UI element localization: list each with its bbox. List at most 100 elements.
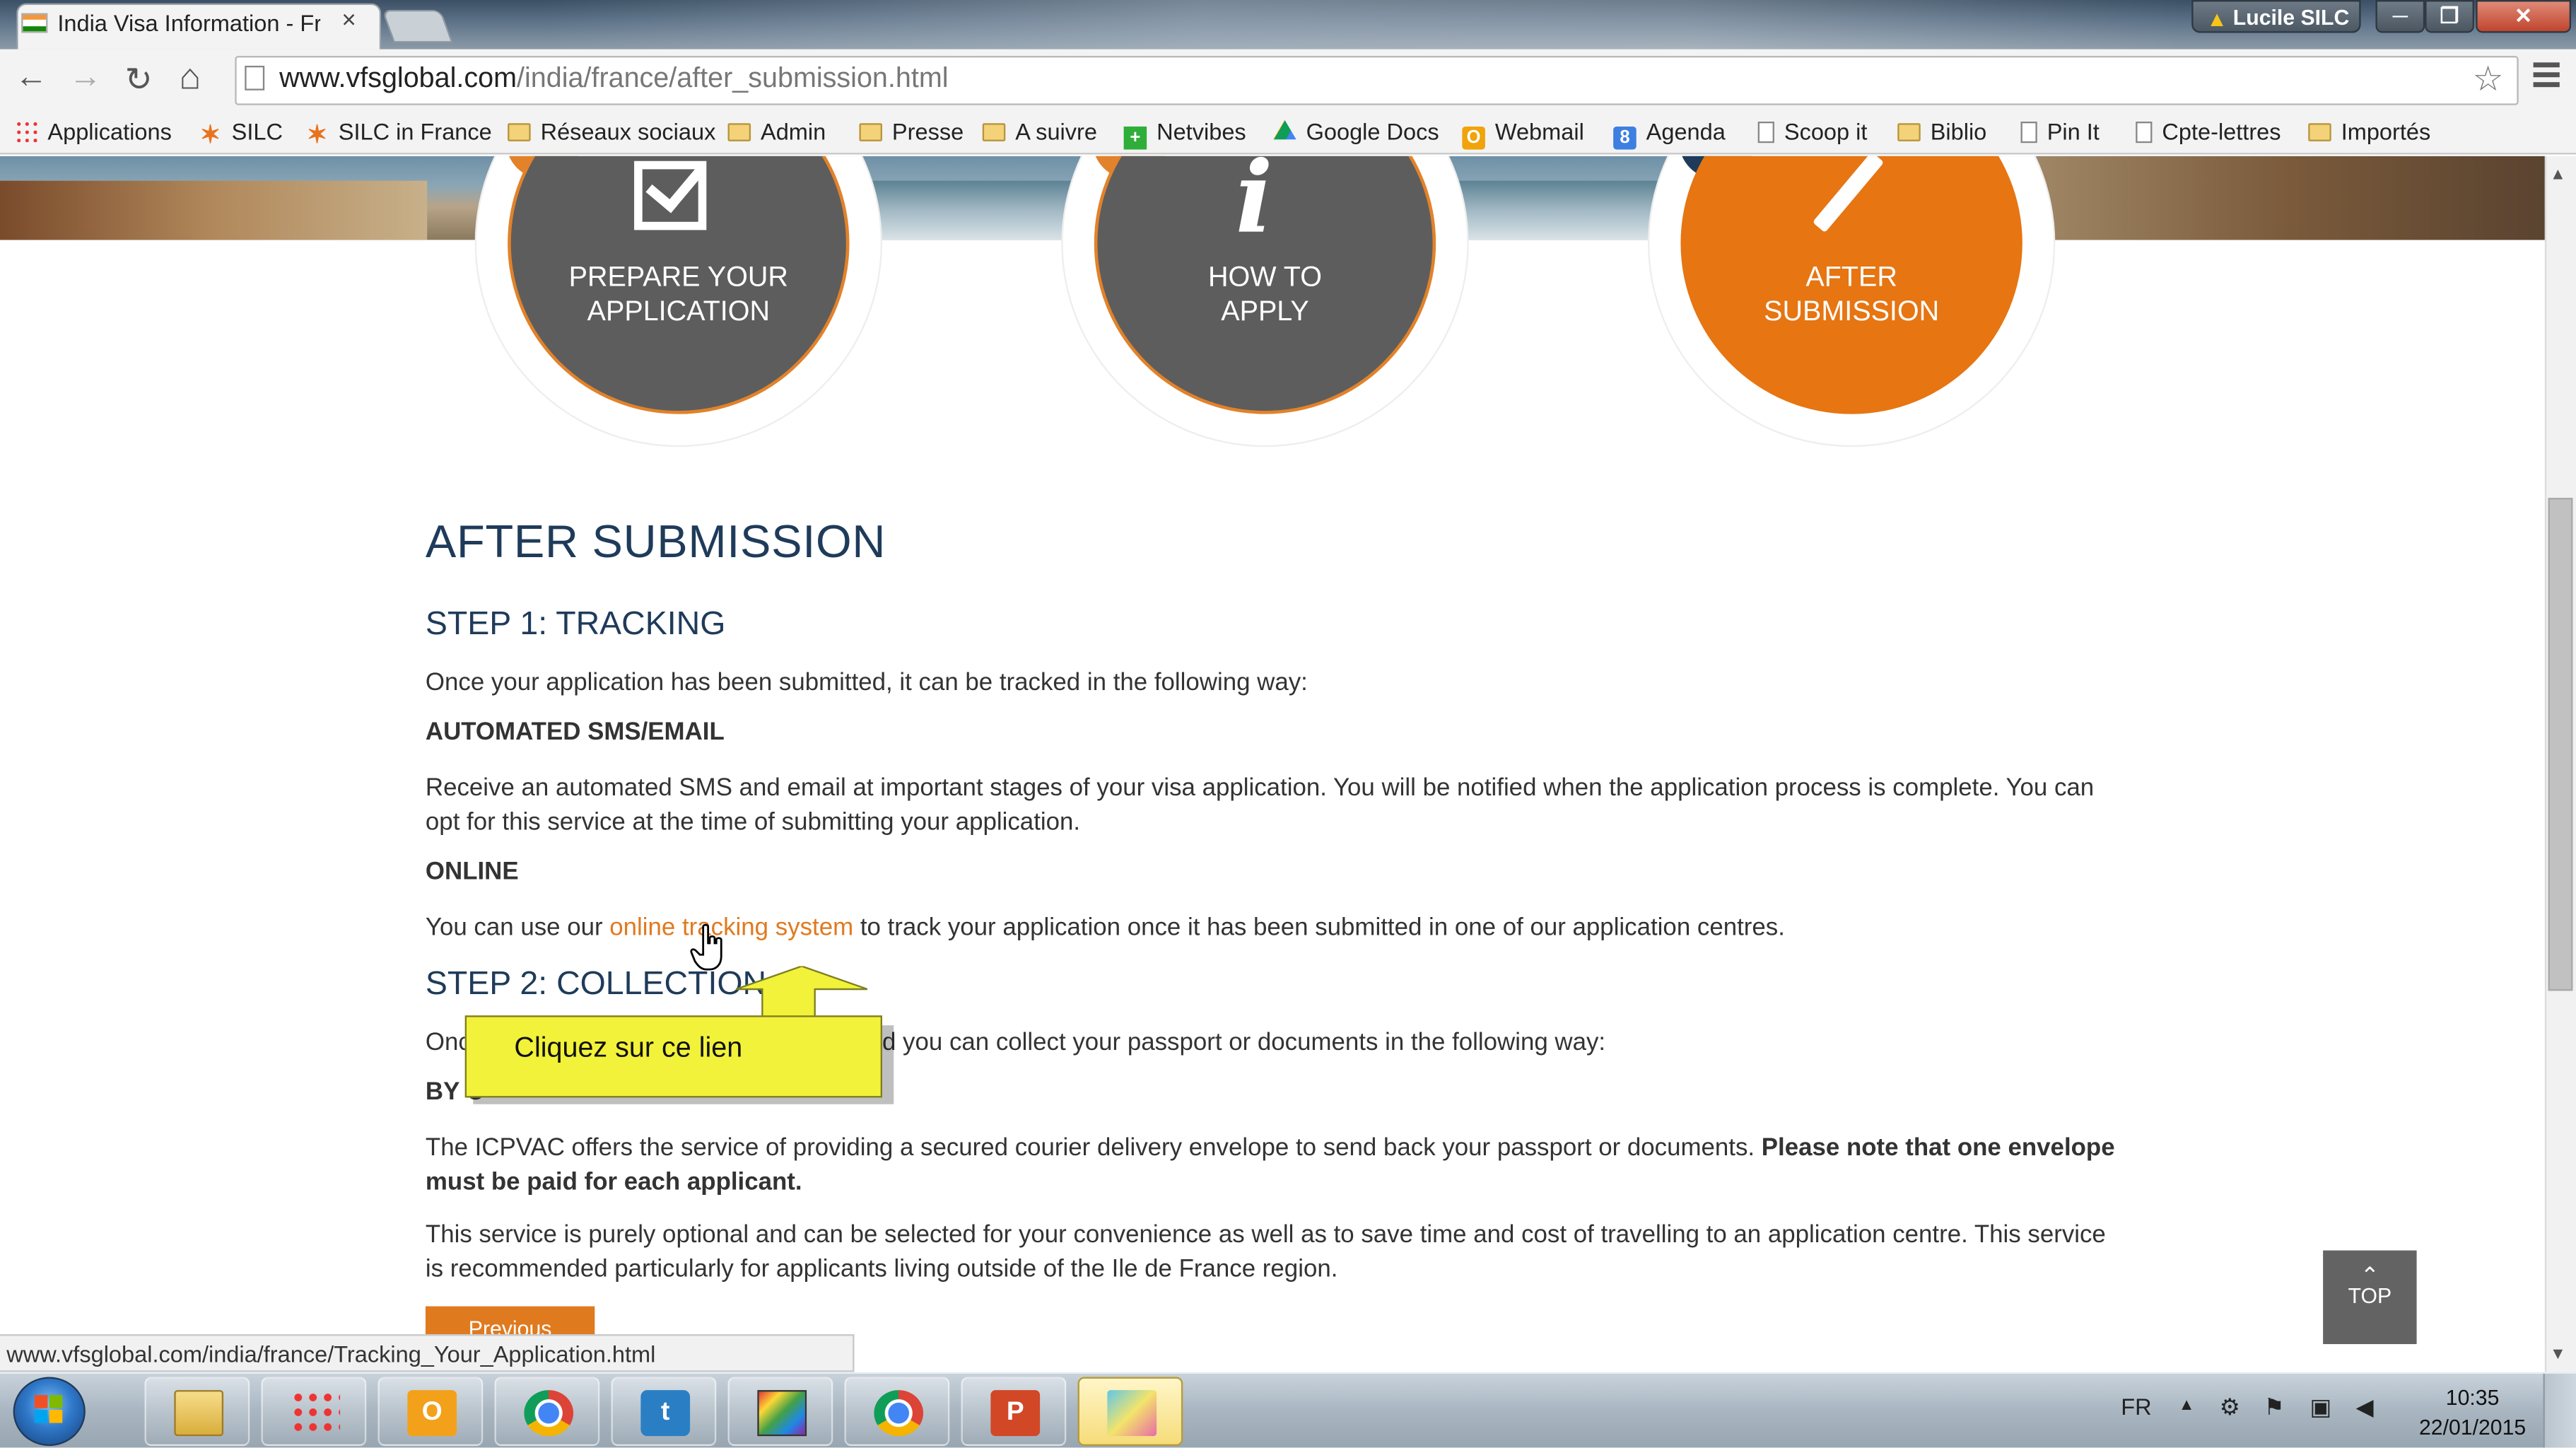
folder-icon <box>982 123 1006 141</box>
webmail-icon: O <box>1462 126 1485 150</box>
google-drive-icon <box>1273 119 1296 140</box>
bookmark-label: Biblio <box>1930 118 1987 145</box>
step1-intro: Once your application has been submitted… <box>425 668 1308 697</box>
network-icon[interactable]: ⚙ <box>2220 1394 2240 1422</box>
top-label: TOP <box>2348 1283 2392 1308</box>
system-clock[interactable]: 10:35 22/01/2015 <box>2415 1384 2530 1443</box>
bookmark-netvibes[interactable]: + Netvibes <box>1123 118 1246 150</box>
bookmark-biblio[interactable]: Biblio <box>1897 118 1987 145</box>
taskbar-captivate[interactable] <box>1077 1377 1183 1447</box>
step-label-line: HOW TO <box>1207 261 1322 293</box>
url-path: /india/france/after_submission.html <box>517 62 949 94</box>
tab-close-icon[interactable]: × <box>341 6 356 35</box>
bookmark-silc[interactable]: ✶ SILC <box>199 118 283 148</box>
tab-title: India Visa Information - Fr <box>57 9 321 37</box>
safely-remove-icon[interactable]: ▣ <box>2310 1394 2332 1422</box>
bookmark-admin[interactable]: Admin <box>727 118 826 145</box>
bookmark-applications[interactable]: Applications <box>14 118 172 145</box>
taskbar-powerpoint[interactable]: P <box>961 1377 1067 1447</box>
bookmark-a-suivre[interactable]: A suivre <box>982 118 1097 145</box>
taskbar-twitter[interactable]: t <box>611 1377 717 1447</box>
chrome-menu-icon[interactable] <box>2533 62 2560 92</box>
bookmark-label: SILC <box>231 118 283 145</box>
maximize-button[interactable]: ❐ <box>2425 0 2474 33</box>
start-button[interactable] <box>13 1377 86 1447</box>
action-center-flag-icon[interactable]: ⚑ <box>2264 1394 2284 1422</box>
step-label-line: AFTER <box>1805 261 1897 293</box>
bookmark-cpte-lettres[interactable]: Cpte-lettres <box>2136 118 2281 145</box>
folder-icon <box>174 1390 224 1437</box>
outlook-icon: O <box>407 1390 457 1437</box>
bookmark-reseaux-sociaux[interactable]: Réseaux sociaux <box>508 118 715 145</box>
page-viewport: PREPARE YOUR APPLICATION i HOW TO APPLY … <box>0 156 2545 1372</box>
folder-icon <box>727 123 751 141</box>
titlebar-background <box>541 0 2185 49</box>
online-heading: ONLINE <box>425 858 519 886</box>
close-window-button[interactable]: ✕ <box>2476 0 2572 33</box>
step2-intro-end: d you can collect your passport or docum… <box>882 1028 1606 1057</box>
taskbar-color-app[interactable] <box>727 1377 833 1447</box>
checkbox-icon <box>634 160 707 230</box>
step-label-line: SUBMISSION <box>1764 296 1940 327</box>
show-desktop-button[interactable] <box>2543 1373 2576 1448</box>
india-flag-icon <box>21 13 48 33</box>
bookmark-silc-in-france[interactable]: ✶ SILC in France <box>305 118 492 148</box>
page-icon <box>245 65 265 90</box>
bookmark-presse[interactable]: Presse <box>859 118 964 145</box>
new-tab-button[interactable] <box>382 9 453 43</box>
address-text[interactable]: www.vfsglobal.com/india/france/after_sub… <box>279 62 948 95</box>
back-to-top-button[interactable]: ⌃ TOP <box>2323 1250 2417 1345</box>
tray-expand-icon[interactable]: ▲ <box>2179 1396 2195 1415</box>
reload-icon[interactable]: ↻ <box>125 59 153 100</box>
bookmark-label: Scoop it <box>1784 118 1868 145</box>
bookmark-label: Cpte-lettres <box>2162 118 2281 145</box>
step-label-line: APPLY <box>1221 296 1309 327</box>
bookmark-label: Agenda <box>1646 118 1726 145</box>
scroll-down-arrow-icon[interactable]: ▼ <box>2550 1345 2566 1364</box>
sms-email-text: Receive an automated SMS and email at im… <box>425 773 2095 836</box>
folder-icon <box>2308 123 2331 141</box>
chrome-icon <box>874 1390 924 1437</box>
chevron-up-icon: ⌃ <box>2360 1261 2379 1289</box>
back-arrow-icon[interactable]: ← <box>15 59 47 97</box>
scrollbar-thumb[interactable] <box>2548 498 2573 991</box>
bookmark-label: Webmail <box>1494 118 1584 145</box>
bookmark-webmail[interactable]: O Webmail <box>1462 118 1584 150</box>
optional-service-text: This service is purely optional and can … <box>425 1220 2106 1284</box>
hand-cursor-icon <box>690 923 722 971</box>
clock-time: 10:35 <box>2445 1385 2500 1410</box>
taskbar-explorer[interactable] <box>144 1377 250 1447</box>
bookmark-label: Importés <box>2341 118 2431 145</box>
courier-text: The ICPVAC offers the service of providi… <box>426 1131 2118 1200</box>
url-host: www.vfsglobal.com <box>279 62 517 94</box>
bookmark-agenda[interactable]: 8 Agenda <box>1613 118 1726 150</box>
minimize-button[interactable]: ─ <box>2375 0 2425 33</box>
bookmark-star-icon[interactable]: ☆ <box>2473 59 2504 100</box>
taskbar-chrome-2[interactable] <box>844 1377 950 1447</box>
step-label-line: APPLICATION <box>587 296 770 327</box>
folder-icon <box>508 123 531 141</box>
home-icon[interactable]: ⌂ <box>179 56 201 98</box>
taskbar-chrome[interactable] <box>494 1377 600 1447</box>
bookmark-label: Google Docs <box>1306 118 1439 145</box>
taskbar-outlook[interactable]: O <box>377 1377 484 1447</box>
volume-icon[interactable]: ◀ <box>2356 1394 2374 1422</box>
bookmark-importes[interactable]: Importés <box>2308 118 2431 145</box>
forward-arrow-icon[interactable]: → <box>69 59 102 97</box>
status-bar-url: www.vfsglobal.com/india/france/Tracking_… <box>0 1334 855 1372</box>
step1-heading: STEP 1: TRACKING <box>425 606 726 643</box>
language-indicator[interactable]: FR <box>2121 1394 2151 1420</box>
bookmark-google-docs[interactable]: Google Docs <box>1273 118 1439 145</box>
bookmark-scoop-it[interactable]: Scoop it <box>1757 118 1868 145</box>
scroll-up-arrow-icon[interactable]: ▲ <box>2550 166 2566 185</box>
callout-text: Cliquez sur ce lien <box>514 1032 743 1063</box>
clock-date: 22/01/2015 <box>2418 1414 2527 1440</box>
profile-name: Lucile SILC <box>2232 4 2350 30</box>
taskbar-apps[interactable] <box>261 1377 367 1447</box>
bookmark-pin-it[interactable]: Pin It <box>2020 118 2100 145</box>
folder-icon <box>1897 123 1921 141</box>
profile-button[interactable]: ▲ Lucile SILC <box>2191 0 2361 33</box>
online-tracking-link[interactable]: online tracking system <box>609 913 853 942</box>
bookmark-label: Pin It <box>2047 118 2100 145</box>
bookmark-label: Applications <box>47 118 172 145</box>
